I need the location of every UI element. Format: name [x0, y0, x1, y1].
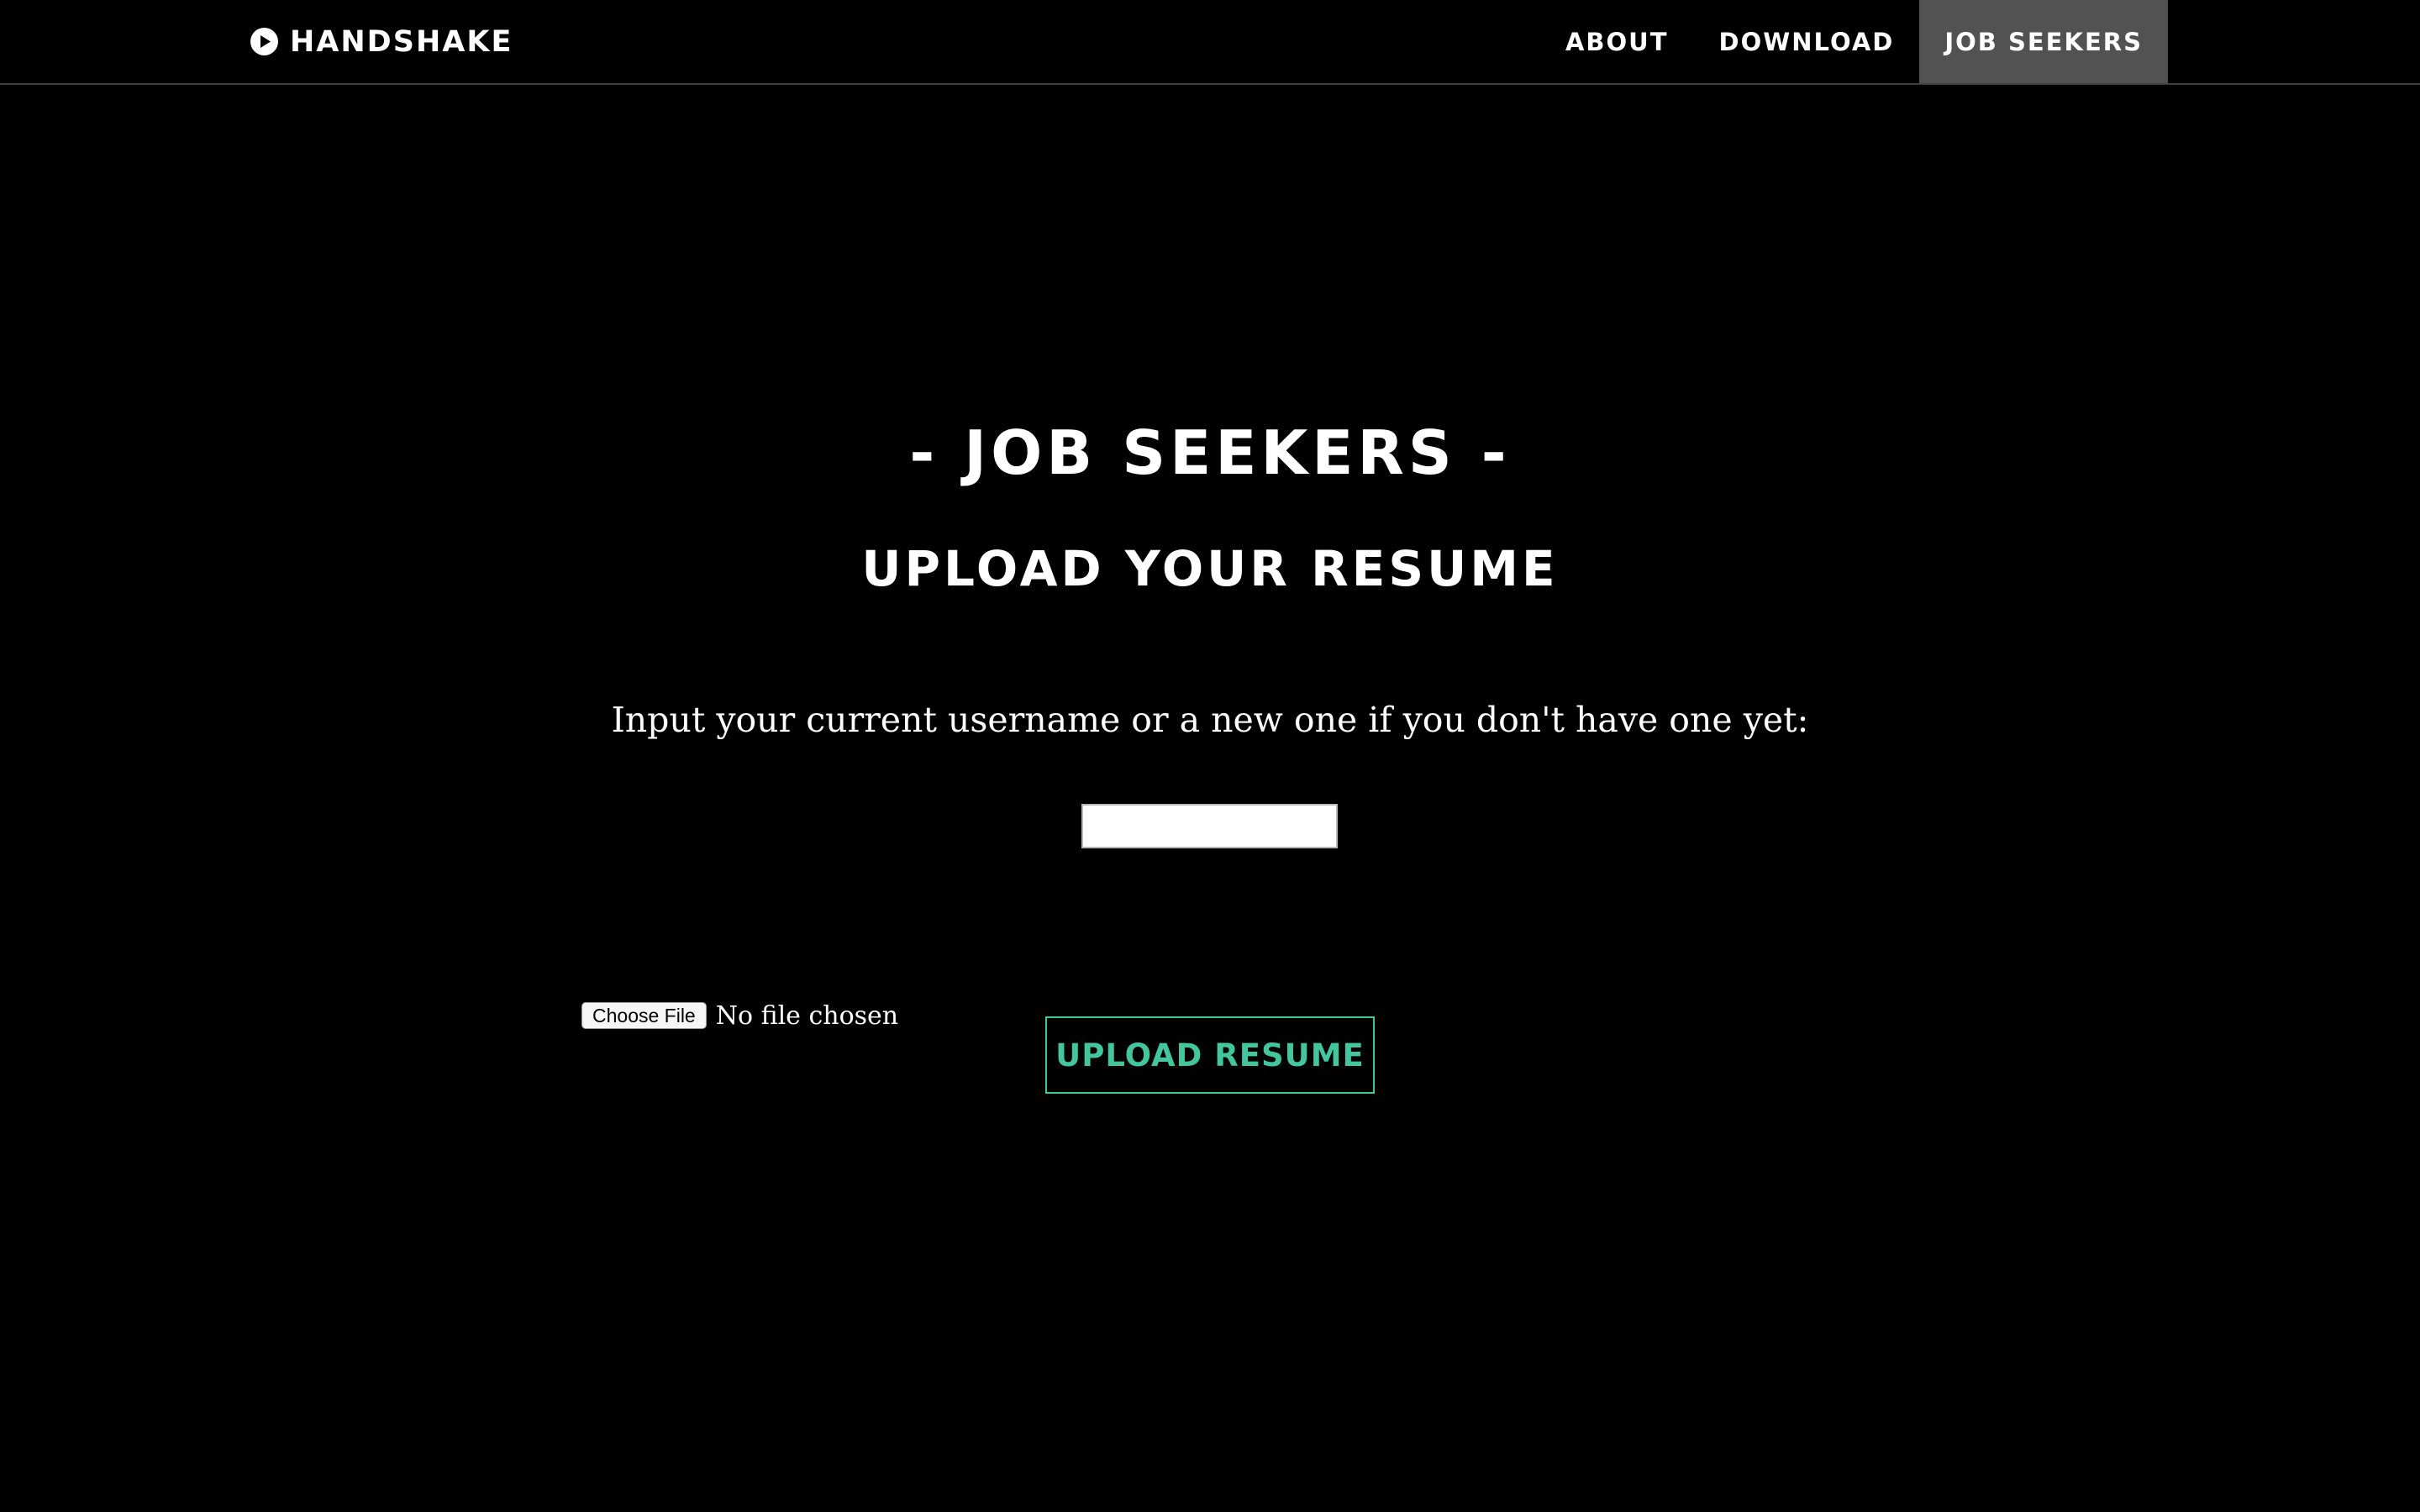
top-navbar: HANDSHAKE ABOUT DOWNLOAD JOB SEEKERS — [0, 0, 2420, 85]
brand-name-light: SHAKE — [392, 24, 513, 59]
choose-file-button[interactable]: Choose File — [581, 1002, 707, 1029]
main-nav: ABOUT DOWNLOAD JOB SEEKERS — [1540, 0, 2168, 83]
main-content: - JOB SEEKERS - UPLOAD YOUR RESUME Input… — [0, 85, 2420, 1512]
upload-resume-button[interactable]: UPLOAD RESUME — [1045, 1016, 1375, 1094]
file-status-text: No file chosen — [715, 1000, 899, 1031]
nav-item-about[interactable]: ABOUT — [1540, 0, 1694, 83]
page-subtitle: UPLOAD YOUR RESUME — [861, 540, 1559, 597]
file-picker: Choose File No file chosen — [581, 999, 898, 1032]
brand-name: HANDSHAKE — [290, 25, 513, 59]
play-circle-icon — [250, 28, 278, 55]
page-title: - JOB SEEKERS - — [909, 417, 1511, 488]
username-prompt: Input your current username or a new one… — [611, 700, 1809, 740]
nav-item-job-seekers[interactable]: JOB SEEKERS — [1919, 0, 2168, 83]
nav-item-download[interactable]: DOWNLOAD — [1694, 0, 1920, 83]
brand-name-bold: HAND — [290, 24, 393, 59]
brand-logo-link[interactable]: HANDSHAKE — [250, 0, 513, 83]
username-input[interactable] — [1081, 804, 1338, 848]
